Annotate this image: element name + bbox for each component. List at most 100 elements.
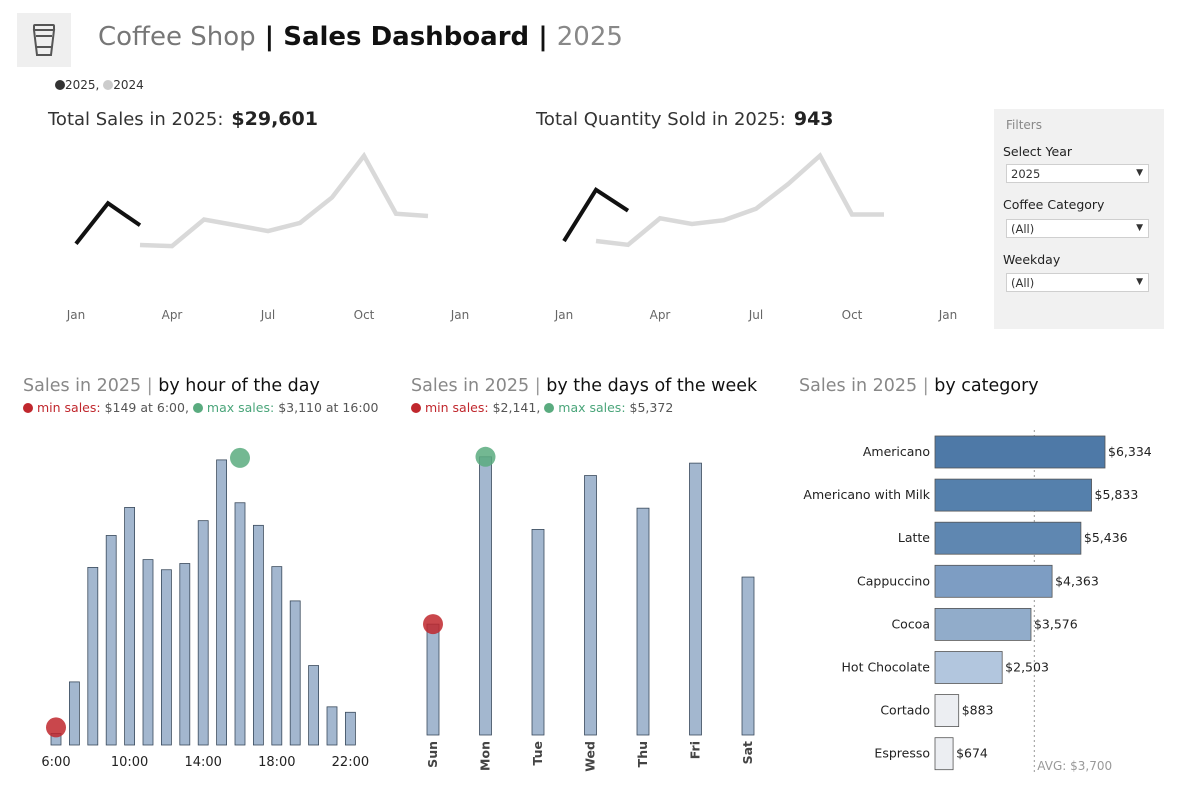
- category-label: Cappuccino: [857, 573, 930, 588]
- category-bar[interactable]: [934, 737, 954, 771]
- weekday-bar[interactable]: [584, 475, 597, 736]
- sales-x-tick-label: Jul: [260, 308, 275, 322]
- max-marker: [230, 447, 250, 468]
- category-label: Espresso: [874, 746, 930, 761]
- week-section-title: Sales in 2025 | by the days of the week: [411, 376, 757, 396]
- chevron-down-icon: ▼: [1136, 223, 1143, 233]
- week-minmax-note: min sales: $2,141, max sales: $5,372: [411, 400, 673, 415]
- hour-tick-label: 18:00: [258, 755, 295, 770]
- hour-title-sep: |: [146, 376, 153, 396]
- quantity-trend-chart: Jan Apr Jul Oct Jan: [554, 152, 958, 322]
- weekday-tick-label: Sat: [740, 741, 755, 764]
- hour-bar[interactable]: [216, 459, 228, 746]
- chevron-down-icon: ▼: [1136, 168, 1143, 178]
- category-title-bold: by category: [934, 376, 1039, 396]
- weekday-bar[interactable]: [531, 529, 545, 736]
- sales-series-2025-line: [74, 200, 142, 246]
- year-legend: 2025, 2024: [55, 78, 144, 92]
- sales-x-tick-label: Oct: [354, 308, 375, 322]
- category-bar[interactable]: [934, 435, 1106, 469]
- category-bar[interactable]: [934, 521, 1082, 555]
- category-value-label: $5,833: [1095, 487, 1139, 502]
- sales-by-hour-chart: 6:00 10:00 14:00 18:00 22:00: [41, 447, 369, 770]
- filter-year-label: Select Year: [1003, 144, 1073, 159]
- weekday-tick-label: Tue: [530, 741, 545, 766]
- category-bar[interactable]: [934, 478, 1092, 512]
- min-dot-icon: [23, 403, 33, 413]
- weekday-bar[interactable]: [426, 623, 440, 736]
- hour-bar[interactable]: [271, 566, 283, 746]
- hour-bar[interactable]: [308, 665, 320, 746]
- weekday-bar[interactable]: [741, 576, 755, 736]
- sales-x-tick-label: Apr: [162, 308, 183, 322]
- quantity-x-tick-label: Oct: [842, 308, 863, 322]
- hour-bar[interactable]: [142, 559, 154, 746]
- quantity-x-tick-label: Apr: [650, 308, 671, 322]
- category-section-title: Sales in 2025 | by category: [799, 376, 1039, 396]
- hour-title-light: Sales in 2025: [23, 376, 142, 396]
- kpi-qty-label: Total Quantity Sold in 2025:: [536, 109, 786, 130]
- quantity-x-tick-label: Jan: [938, 308, 958, 322]
- category-select[interactable]: (All) ▼: [1006, 219, 1149, 238]
- category-value-label: $5,436: [1084, 530, 1128, 545]
- hour-min-value: $149 at 6:00,: [104, 400, 189, 415]
- legend-label-2025: 2025: [65, 78, 96, 92]
- category-value-label: $674: [956, 746, 988, 761]
- category-label: Americano: [863, 444, 930, 459]
- weekday-select[interactable]: (All) ▼: [1006, 273, 1149, 292]
- quantity-x-tick-label: Jan: [554, 308, 574, 322]
- kpi-qty-value: 943: [793, 108, 834, 130]
- weekday-select-value: (All): [1011, 276, 1035, 290]
- weekday-bar[interactable]: [689, 462, 702, 736]
- sales-x-tick-label: Jan: [450, 308, 470, 322]
- category-select-value: (All): [1011, 222, 1035, 236]
- weekday-bar[interactable]: [636, 507, 650, 736]
- hour-bar[interactable]: [160, 569, 172, 746]
- year-select[interactable]: 2025 ▼: [1006, 164, 1149, 183]
- category-label: Cocoa: [891, 616, 930, 631]
- category-bar[interactable]: [934, 607, 1032, 641]
- legend-dot-2025: [55, 80, 65, 90]
- category-bar[interactable]: [934, 694, 960, 728]
- hour-bar[interactable]: [124, 507, 135, 746]
- page-title: Coffee Shop | Sales Dashboard | 2025: [98, 22, 623, 52]
- hour-tick-label: 6:00: [41, 755, 70, 770]
- week-title-bold: by the days of the week: [546, 376, 758, 396]
- hour-max-value: $3,110 at 16:00: [278, 400, 379, 415]
- sales-by-category-chart: AVG: $3,700 Americano $6,334 Americano with…: [803, 430, 1152, 775]
- hour-bar[interactable]: [105, 535, 117, 746]
- min-dot-icon: [411, 403, 421, 413]
- legend-dot-2024: [103, 80, 114, 90]
- quantity-series-2024-line: [595, 152, 884, 248]
- hour-bar[interactable]: [289, 600, 301, 746]
- filter-weekday-label: Weekday: [1003, 252, 1061, 267]
- hour-tick-label: 22:00: [332, 755, 369, 770]
- sales-series-2024-line: [139, 151, 429, 249]
- category-label: Cortado: [880, 703, 930, 718]
- category-label: Hot Chocolate: [842, 660, 931, 675]
- hour-bar[interactable]: [234, 502, 246, 746]
- filters-panel: Filters Select Year 2025 ▼ Coffee Catego…: [994, 109, 1164, 329]
- kpi-total-quantity: Total Quantity Sold in 2025: 943: [536, 108, 834, 130]
- hour-bar[interactable]: [252, 524, 264, 746]
- max-dot-icon: [192, 403, 203, 413]
- category-bar[interactable]: [934, 651, 1003, 684]
- weekday-tick-label: Mon: [478, 741, 493, 771]
- year-select-value: 2025: [1011, 167, 1041, 181]
- kpi-total-sales: Total Sales in 2025: $29,601: [48, 108, 318, 130]
- sales-trend-chart: Jan Apr Jul Oct Jan: [66, 151, 470, 322]
- title-sep-2: |: [529, 22, 557, 52]
- kpi-sales-value: $29,601: [231, 108, 318, 130]
- hour-bar[interactable]: [69, 681, 80, 746]
- category-bar[interactable]: [934, 564, 1053, 598]
- quantity-series-2025-line: [562, 187, 630, 243]
- weekday-bar[interactable]: [479, 456, 492, 736]
- legend-separator: ,: [95, 78, 100, 92]
- hour-bar[interactable]: [179, 563, 191, 746]
- hour-bar[interactable]: [326, 706, 338, 746]
- hour-bar[interactable]: [344, 711, 356, 746]
- hour-bar[interactable]: [87, 566, 99, 746]
- hour-tick-label: 10:00: [111, 755, 148, 770]
- hour-title-bold: by hour of the day: [158, 376, 320, 396]
- hour-bar[interactable]: [197, 520, 209, 746]
